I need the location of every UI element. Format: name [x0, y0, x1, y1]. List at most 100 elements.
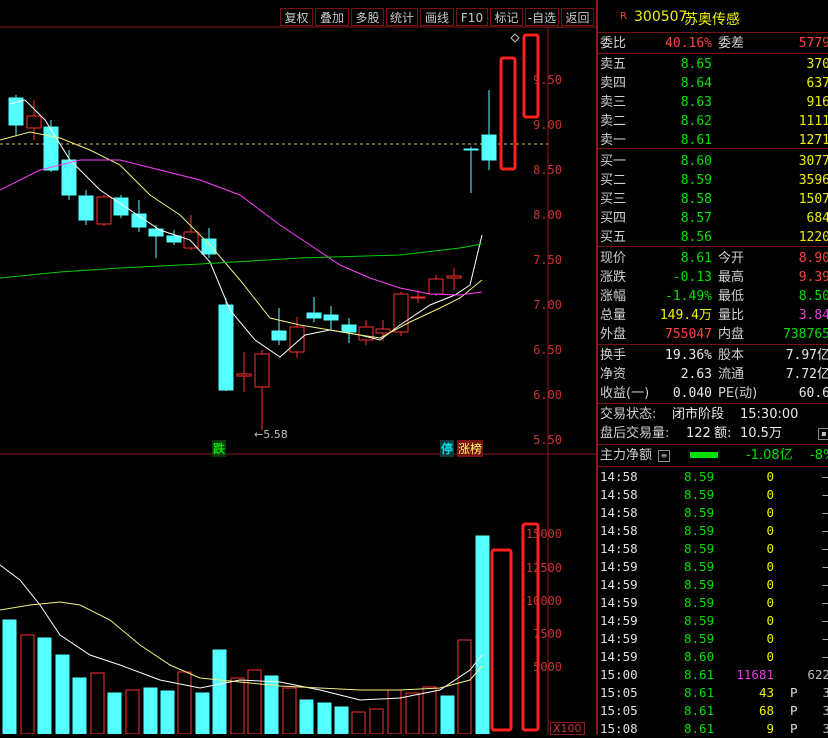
- volume-bar[interactable]: [72, 677, 87, 734]
- candle[interactable]: [271, 330, 287, 341]
- volume-bar[interactable]: [405, 692, 420, 734]
- volume-bar[interactable]: [230, 677, 245, 734]
- kline-chart-area[interactable]: 复权 叠加 多股 统计 画线 F10 标记 -自选 返回 9.50 9.00 8.50 8.00…: [0, 0, 596, 735]
- ask-row[interactable]: 卖四 8.64 637: [600, 74, 828, 93]
- tick-time: 14:59: [600, 595, 638, 610]
- volume-bar[interactable]: [422, 686, 437, 734]
- level-label: 卖五: [600, 57, 627, 72]
- toolbar-button[interactable]: 统计: [386, 8, 418, 26]
- stat-value: 149.4万: [659, 308, 712, 323]
- tick-price: 8.61: [684, 721, 715, 736]
- candle[interactable]: [201, 238, 217, 255]
- tick-row: 14:58 8.59 0 —: [600, 504, 828, 522]
- bid-row[interactable]: 买五 8.56 1220: [600, 228, 828, 247]
- after-hours-amt: 10.5万: [740, 426, 782, 441]
- menu-icon[interactable]: ≡: [658, 450, 670, 462]
- volume-bar[interactable]: [299, 699, 314, 734]
- level-label: 卖四: [600, 76, 627, 91]
- toolbar-button[interactable]: 叠加: [315, 8, 349, 26]
- candle[interactable]: [254, 353, 270, 388]
- volume-bar[interactable]: [387, 689, 402, 734]
- volume-bar[interactable]: [2, 619, 17, 734]
- volume-bar[interactable]: [55, 654, 70, 734]
- toolbar-button[interactable]: 多股: [351, 8, 384, 26]
- candle[interactable]: [463, 148, 479, 151]
- volume-bar[interactable]: [37, 637, 52, 734]
- candle[interactable]: [481, 134, 497, 161]
- volume-axis-label: 12500: [525, 561, 562, 575]
- ask-row[interactable]: 卖五 8.65 370: [600, 55, 828, 74]
- tick-count: 3: [822, 685, 828, 700]
- volume-bar[interactable]: [334, 706, 349, 734]
- flow-bar: [690, 452, 718, 458]
- candle[interactable]: [306, 312, 322, 319]
- volume-bar[interactable]: [317, 702, 332, 734]
- volume-bar[interactable]: [457, 639, 472, 734]
- volume-bar[interactable]: [143, 687, 158, 734]
- weibi-row: 委比 40.16% 委差 5779: [600, 34, 828, 53]
- volume-bar[interactable]: [212, 649, 227, 734]
- bid-row[interactable]: 买一 8.60 3077: [600, 152, 828, 171]
- tick-price: 8.59: [684, 559, 715, 574]
- toolbar-button[interactable]: 标记: [490, 8, 523, 26]
- candle[interactable]: [218, 304, 234, 391]
- candle[interactable]: [61, 159, 77, 196]
- volume-bar[interactable]: [369, 708, 384, 734]
- volume-bar[interactable]: [20, 634, 35, 734]
- candle[interactable]: [43, 126, 59, 171]
- tick-flag: P: [790, 721, 798, 736]
- trade-time: 15:30:00: [740, 407, 799, 422]
- candle[interactable]: [236, 373, 252, 377]
- tick-row: 14:58 8.59 0 —: [600, 522, 828, 540]
- expand-icon[interactable]: ▪: [818, 428, 828, 440]
- candle[interactable]: [341, 324, 357, 333]
- bid-row[interactable]: 买四 8.57 684: [600, 209, 828, 228]
- candle[interactable]: [96, 196, 112, 225]
- toolbar-button[interactable]: F10: [456, 8, 488, 26]
- tick-price: 8.59: [684, 541, 715, 556]
- tick-volume: 0: [766, 505, 774, 520]
- volume-bar[interactable]: [475, 535, 490, 734]
- toolbar-button[interactable]: 复权: [280, 8, 313, 26]
- stat-row: 总量 149.4万 量比 3.84: [600, 306, 828, 325]
- tick-time: 14:59: [600, 613, 638, 628]
- toolbar-button[interactable]: -自选: [525, 8, 559, 26]
- volume-bar[interactable]: [177, 671, 192, 734]
- kline-chart[interactable]: [0, 0, 596, 734]
- candle[interactable]: [428, 278, 444, 295]
- toolbar-button[interactable]: 返回: [561, 8, 594, 26]
- candle[interactable]: [323, 314, 339, 321]
- stat-row: 外盘 755047 内盘 738765: [600, 325, 828, 344]
- candle[interactable]: [183, 231, 199, 249]
- stock-code: 300507: [634, 9, 688, 25]
- tick-flag: P: [790, 703, 798, 718]
- candle[interactable]: [166, 235, 182, 243]
- tick-row: 14:59 8.60 0 —: [600, 648, 828, 666]
- volume-bar[interactable]: [282, 687, 297, 734]
- candle[interactable]: [375, 328, 391, 334]
- tick-price: 8.61: [684, 685, 715, 700]
- bid-row[interactable]: 买三 8.58 1507: [600, 190, 828, 209]
- volume-bar[interactable]: [247, 669, 262, 734]
- candle[interactable]: [410, 296, 426, 299]
- stat-value: -0.13: [672, 270, 712, 285]
- stat-value: 7.72亿: [785, 367, 828, 382]
- volume-bar[interactable]: [160, 690, 175, 734]
- candle[interactable]: [26, 115, 42, 129]
- volume-bar[interactable]: [107, 692, 122, 734]
- volume-bar[interactable]: [351, 711, 366, 734]
- volume-bar[interactable]: [440, 695, 455, 734]
- stat-label: 流通: [718, 367, 745, 382]
- volume-bar[interactable]: [90, 672, 105, 734]
- volume-bar[interactable]: [195, 692, 210, 734]
- toolbar-button[interactable]: 画线: [420, 8, 454, 26]
- tick-time: 15:05: [600, 703, 638, 718]
- candle[interactable]: [446, 275, 462, 279]
- bid-row[interactable]: 买二 8.59 3596: [600, 171, 828, 190]
- candle[interactable]: [289, 326, 305, 353]
- ask-row[interactable]: 卖二 8.62 1111: [600, 112, 828, 131]
- candle[interactable]: [78, 195, 94, 221]
- volume-bar[interactable]: [125, 689, 140, 734]
- ask-row[interactable]: 卖三 8.63 916: [600, 93, 828, 112]
- volume-unit-label: X100: [550, 722, 585, 735]
